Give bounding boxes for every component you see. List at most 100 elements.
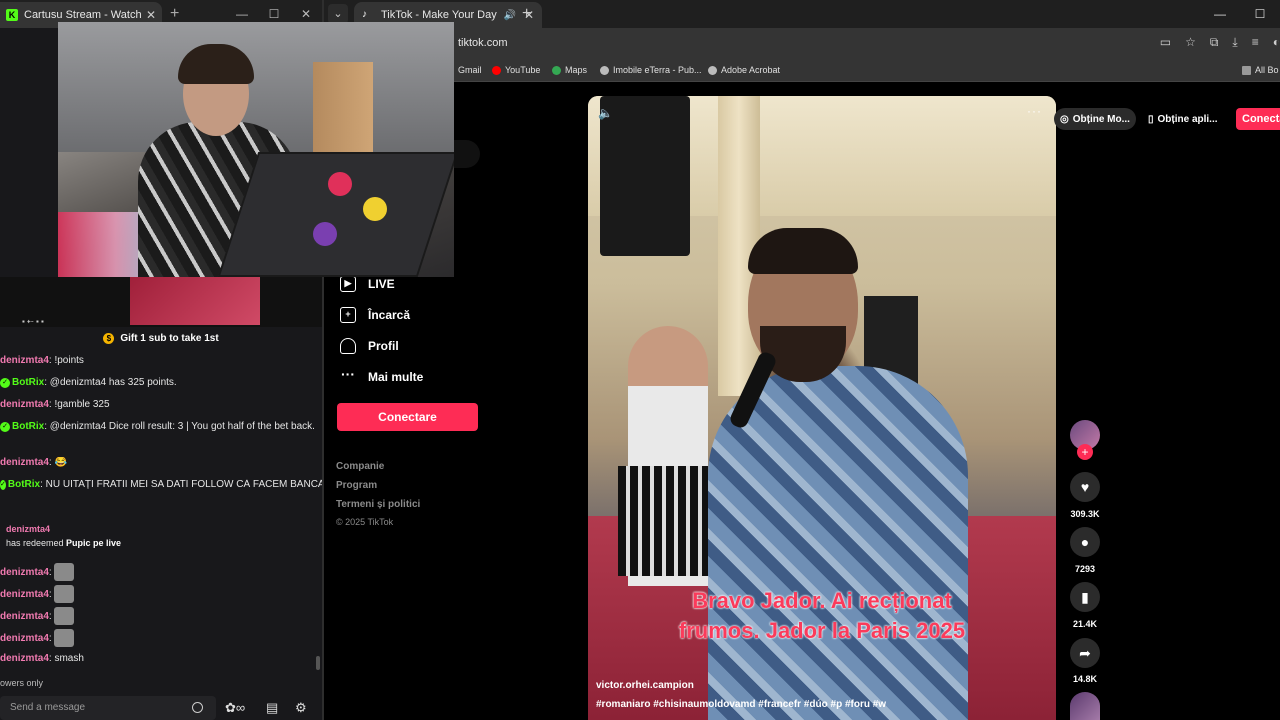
extensions-icon[interactable]: ⧉ (1210, 35, 1219, 50)
chat-username[interactable]: denizmta4 (0, 567, 49, 578)
volume-icon[interactable]: 🔈 (598, 106, 613, 120)
kick-logo-icon: K (6, 9, 18, 21)
stream-thumbnail[interactable] (130, 277, 260, 325)
save-count: 21.4K (1072, 619, 1098, 629)
tab-bar: ⌄ ♪ TikTok - Make Your Day 🔊 ✕ + — ☐ (324, 0, 1280, 28)
speaker-icon[interactable]: 🔊 (503, 10, 515, 21)
chat-username[interactable]: denizmta4 (0, 589, 49, 600)
nav-live[interactable]: ▶ LIVE (340, 274, 395, 294)
folder-icon (1242, 65, 1251, 75)
globe-icon (600, 65, 609, 75)
chat-text: : (48, 566, 52, 578)
star-icon[interactable]: ☆ (1185, 35, 1196, 50)
chat-text: : NU UITAȚI FRATII MEI SA DATI FOLLOW CĂ… (40, 479, 322, 490)
kick-browser-window: K Cartusu Stream - Watch Live on ✕ + — ☐… (0, 0, 454, 720)
tiktok-browser-window: ⌄ ♪ TikTok - Make Your Day 🔊 ✕ + — ☐ tik… (324, 0, 1280, 720)
follow-plus-icon[interactable]: + (1077, 444, 1093, 460)
emote-icon (53, 563, 74, 581)
video-author[interactable]: victor.orhei.campion (596, 680, 694, 691)
phone-icon: ▯ (1148, 113, 1154, 125)
chat-message: denizmta4: !gamble 325 (0, 399, 322, 410)
footer-link-company[interactable]: Companie (336, 461, 384, 472)
emoji-picker-icon[interactable] (192, 702, 203, 713)
media-control-icon[interactable]: ≡ (1252, 35, 1259, 50)
new-tab-button[interactable]: + (170, 5, 179, 23)
chat-message: denizmta4: 😂 (0, 457, 322, 468)
store-icon[interactable]: ▤ (266, 700, 278, 716)
globe-icon (708, 65, 717, 75)
chat-scrollbar[interactable] (316, 656, 320, 670)
bookmark-all[interactable]: All Bo (1242, 65, 1279, 75)
like-heart-icon[interactable]: ♥ (1070, 472, 1100, 502)
chat-username[interactable]: denizmta4 (0, 355, 49, 366)
comment-count: 7293 (1074, 564, 1096, 574)
video-hashtags[interactable]: #romaniaro #chisinaumoldovamd #francefr … (596, 699, 886, 710)
chat-username[interactable]: denizmta4 (0, 633, 49, 644)
comment-icon[interactable]: ● (1070, 527, 1100, 557)
download-icon[interactable]: ⤓ (1232, 35, 1237, 50)
bookmark-acrobat[interactable]: Adobe Acrobat (708, 65, 780, 75)
bookmark-eterra[interactable]: Imobile eTerra - Pub... (600, 65, 702, 75)
settings-gear-icon[interactable]: ⚙ (295, 700, 307, 716)
minimize-button[interactable]: — (1200, 0, 1240, 28)
chat-username[interactable]: denizmta4 (0, 653, 49, 664)
upload-plus-icon: + (340, 307, 356, 323)
url-field[interactable]: tiktok.com (458, 37, 508, 49)
footer-link-terms[interactable]: Termeni și politici (336, 499, 420, 510)
nav-more[interactable]: ··· Mai multe (340, 367, 423, 387)
bookmark-gmail[interactable]: Gmail (458, 65, 482, 75)
bookmark-icon[interactable]: ▮ (1070, 582, 1100, 612)
cast-icon[interactable]: ▭ (1160, 35, 1171, 50)
chat-message: denizmta4: (0, 629, 322, 647)
chat-username[interactable]: denizmta4 (0, 457, 49, 468)
video-player[interactable]: 🔈 ··· Bravo Jador. Ai recționat frumos. … (588, 96, 1056, 720)
chat-username[interactable]: BotRix (12, 421, 44, 432)
kick-tab-title: Cartusu Stream - Watch Live on (24, 9, 142, 21)
get-app-button[interactable]: ▯ Obține apli... (1142, 108, 1224, 130)
chat-username[interactable]: BotRix (12, 377, 44, 388)
chat-text: : (48, 610, 52, 622)
profile-avatar-icon[interactable]: ◐ (1273, 35, 1280, 50)
nav-upload[interactable]: + Încarcă (340, 305, 410, 325)
player-controls-icon[interactable]: ▪ ⇠ ▪ ▪ (22, 317, 44, 326)
chat-username[interactable]: BotRix (8, 479, 40, 490)
verified-bot-icon: ✓ (0, 377, 10, 388)
emote-icon (53, 607, 74, 625)
redeem-username[interactable]: denizmta4 (6, 524, 50, 534)
chat-username[interactable]: denizmta4 (0, 611, 49, 622)
kick-emotes-icon[interactable]: ✿∞ (225, 700, 245, 716)
share-arrow-icon[interactable]: ➦ (1070, 638, 1100, 668)
new-tab-button[interactable]: + (522, 5, 531, 23)
chat-text: : @denizmta4 Dice roll result: 3 | You g… (44, 421, 315, 432)
login-button[interactable]: Conectare (337, 403, 478, 431)
pinned-gift-banner[interactable]: $ Gift 1 sub to take 1st (0, 327, 322, 349)
emote-icon (53, 629, 74, 647)
bookmark-maps[interactable]: Maps (552, 65, 587, 75)
top-login-button[interactable]: Conecta (1236, 108, 1280, 130)
more-options-icon[interactable]: ··· (1027, 104, 1042, 118)
video-caption-line-1: Bravo Jador. Ai recționat (692, 588, 952, 613)
chat-message: denizmta4: (0, 585, 322, 603)
bookmark-youtube[interactable]: YouTube (492, 65, 540, 75)
chat-username[interactable]: denizmta4 (0, 399, 49, 410)
next-creator-avatar[interactable] (1070, 692, 1100, 720)
nav-profile[interactable]: Profil (340, 336, 399, 356)
chat-input[interactable]: Send a message (0, 696, 216, 720)
chat-text: : @denizmta4 has 325 points. (44, 377, 177, 388)
redeem-notice: denizmta4 has redeemed Pupic pe live (0, 520, 322, 556)
redeem-text: has redeemed Pupic pe live (6, 538, 122, 548)
chat-text: : !points (48, 355, 84, 366)
window-controls: — ☐ (1200, 0, 1280, 28)
close-tab-icon[interactable]: ✕ (146, 8, 156, 22)
get-coins-button[interactable]: ◎ Obține Mo... (1054, 108, 1136, 130)
footer-link-program[interactable]: Program (336, 480, 377, 491)
tab-title: TikTok - Make Your Day (381, 9, 497, 21)
youtube-icon (492, 65, 501, 75)
chat-text: : (48, 632, 52, 644)
tab-search-button[interactable]: ⌄ (328, 4, 348, 24)
live-icon: ▶ (340, 276, 356, 292)
verified-bot-icon: ✓ (0, 421, 10, 432)
bookmarks-bar: Gmail YouTube Maps Imobile eTerra - Pub.… (324, 60, 1280, 82)
maximize-button[interactable]: ☐ (1240, 0, 1280, 28)
share-count: 14.8K (1072, 674, 1098, 684)
